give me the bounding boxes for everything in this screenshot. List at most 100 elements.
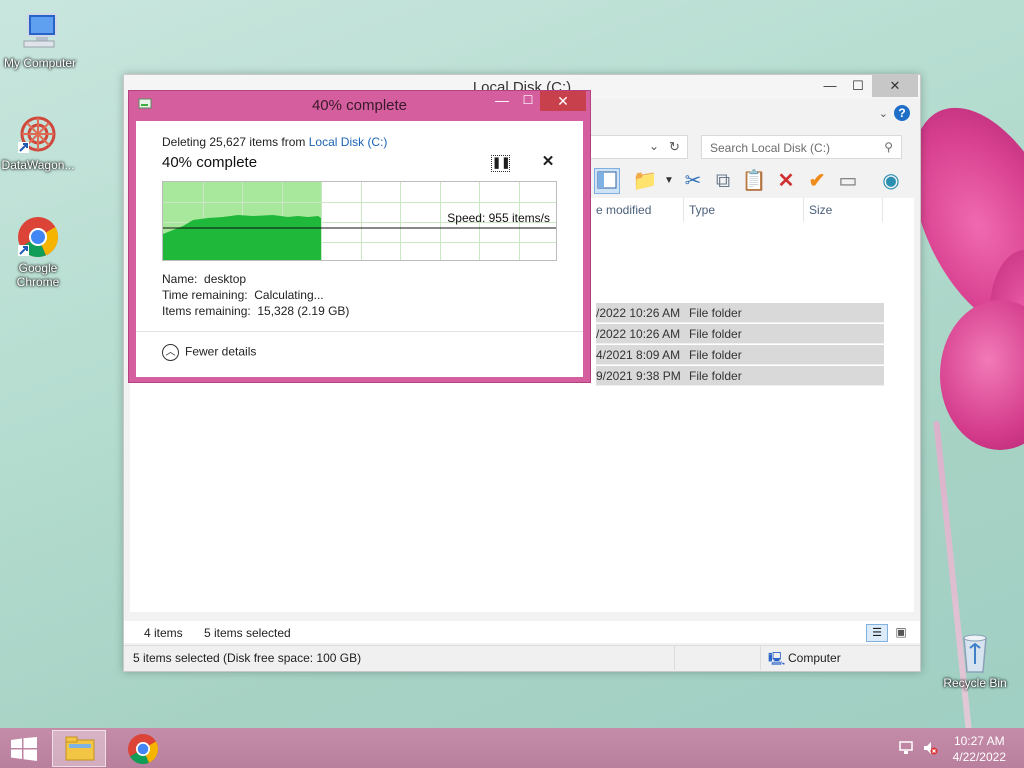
dropdown-icon[interactable]: ▼ <box>656 168 682 194</box>
desktop-icon-label: Recycle Bin <box>943 676 1007 690</box>
file-row[interactable]: /2022 10:26 AM File folder <box>596 303 884 323</box>
column-separator <box>803 198 804 222</box>
column-header-size[interactable]: Size <box>809 203 832 217</box>
cut-icon[interactable]: ✂ <box>680 168 706 194</box>
desktop-icon-my-computer[interactable]: My Computer <box>0 10 80 70</box>
start-button[interactable] <box>10 737 38 761</box>
time-remaining-value: Calculating... <box>254 288 324 302</box>
name-value: desktop <box>204 272 247 286</box>
maximize-button[interactable]: ☐ <box>844 75 872 97</box>
file-date: /2022 10:26 AM <box>596 306 681 320</box>
volume-muted-icon[interactable] <box>922 740 938 756</box>
globe-icon[interactable]: ◉ <box>878 168 904 194</box>
chrome-icon <box>16 215 60 259</box>
file-type: File folder <box>689 306 742 320</box>
column-separator <box>882 198 883 222</box>
taskbar-chrome[interactable] <box>116 730 170 767</box>
status-separator <box>674 646 675 670</box>
wallpaper-petal <box>940 300 1024 450</box>
status-bar: 5 items selected (Disk free space: 100 G… <box>124 645 920 671</box>
file-type: File folder <box>689 348 742 362</box>
fewer-details-label: Fewer details <box>185 344 257 359</box>
dialog-body: Deleting 25,627 items from Local Disk (C… <box>136 121 583 377</box>
minimize-button[interactable]: — <box>816 75 844 97</box>
selected-count: 5 items selected <box>204 626 291 640</box>
wallpaper-stem <box>933 420 973 740</box>
file-date: 9/2021 9:38 PM <box>596 369 681 383</box>
desktop-icon-label: Google Chrome <box>16 261 60 289</box>
chrome-icon <box>128 734 159 765</box>
checkmark-icon[interactable]: ✔ <box>804 168 830 194</box>
status-separator <box>760 646 761 670</box>
delete-progress-dialog[interactable]: 40% complete — ☐ ✕ Deleting 25,627 items… <box>128 90 591 383</box>
computer-icon: 🖳 <box>768 651 786 666</box>
file-date: /2022 10:26 AM <box>596 327 681 341</box>
progress-graph: Speed: 955 items/s <box>162 181 557 261</box>
search-input[interactable]: Search Local Disk (C:) ⚲ <box>701 135 902 159</box>
search-icon[interactable]: ⚲ <box>884 140 893 154</box>
file-explorer-icon <box>65 736 95 761</box>
monitor-icon <box>18 10 62 54</box>
column-header-type[interactable]: Type <box>689 203 715 217</box>
rename-icon[interactable]: ▭ <box>835 168 861 194</box>
status-location: Computer <box>788 651 841 665</box>
dialog-titlebar[interactable]: 40% complete — ☐ ✕ <box>129 91 590 119</box>
desktop-icon-label: DataWagon... <box>1 158 75 172</box>
recycle-bin-icon <box>953 630 997 674</box>
address-bar[interactable]: ⌄ ↻ <box>590 135 688 159</box>
thumbnail-view-icon[interactable]: ▣ <box>892 624 910 642</box>
pause-button[interactable]: ❚❚ <box>491 155 510 172</box>
time-remaining-label: Time remaining: <box>162 288 248 302</box>
desktop-icon-datawagon[interactable]: DataWagon... <box>0 112 78 172</box>
network-icon[interactable] <box>898 740 914 756</box>
paste-icon[interactable]: 📋 <box>741 168 767 194</box>
dialog-minimize-button[interactable]: — <box>489 93 515 111</box>
column-separator <box>683 198 684 222</box>
file-type: File folder <box>689 327 742 341</box>
column-header-date[interactable]: e modified <box>596 203 651 217</box>
fewer-details-button[interactable]: ︿ Fewer details <box>162 344 256 361</box>
details-view-icon[interactable]: ☰ <box>866 624 888 642</box>
file-row[interactable]: 4/2021 8:09 AM File folder <box>596 345 884 365</box>
desktop-icon-label: My Computer <box>3 56 77 70</box>
file-row[interactable]: 9/2021 9:38 PM File folder <box>596 366 884 386</box>
dialog-maximize-button[interactable]: ☐ <box>515 93 541 111</box>
folder-options-icon[interactable]: 📁 <box>632 168 658 194</box>
delete-icon[interactable]: ✕ <box>773 168 799 194</box>
items-remaining-value: 15,328 (2.19 GB) <box>257 304 350 318</box>
dialog-close-button[interactable]: ✕ <box>540 91 586 111</box>
desktop-icon-recycle-bin[interactable]: Recycle Bin <box>935 630 1015 690</box>
cancel-icon[interactable]: ✕ <box>541 154 555 170</box>
deleting-prefix: Deleting 25,627 items from <box>162 135 309 149</box>
file-type: File folder <box>689 369 742 383</box>
address-dropdown-icon[interactable]: ⌄ <box>649 139 659 153</box>
ribbon-expand-icon[interactable]: ⌄ <box>879 107 888 120</box>
layout-pane-icon[interactable] <box>594 168 620 194</box>
file-date: 4/2021 8:09 AM <box>596 348 681 362</box>
help-icon[interactable]: ? <box>894 105 910 121</box>
datawagon-icon <box>16 112 60 156</box>
percent-complete: 40% complete <box>162 154 258 171</box>
progress-details: Name: desktop Time remaining: Calculatin… <box>162 271 349 319</box>
taskbar-file-explorer[interactable] <box>52 730 106 767</box>
details-bar: 4 items 5 items selected ☰ ▣ <box>124 621 920 643</box>
toolbar: 📁 ▼ ✂ ⧉ 📋 ✕ ✔ ▭ ◉ <box>590 166 920 198</box>
item-count: 4 items <box>144 626 183 640</box>
deleting-description: Deleting 25,627 items from Local Disk (C… <box>162 135 387 149</box>
desktop-icon-google-chrome[interactable]: Google Chrome <box>0 215 78 289</box>
refresh-icon[interactable]: ↻ <box>669 139 680 155</box>
system-clock[interactable]: 10:27 AM 4/22/2022 <box>953 733 1006 765</box>
copy-icon[interactable]: ⧉ <box>710 168 736 194</box>
windows-logo-icon <box>11 737 37 761</box>
file-row[interactable]: /2022 10:26 AM File folder <box>596 324 884 344</box>
close-button[interactable]: ✕ <box>872 75 918 97</box>
source-link[interactable]: Local Disk (C:) <box>309 135 388 149</box>
status-text: 5 items selected (Disk free space: 100 G… <box>133 651 362 665</box>
speed-readout: Speed: 955 items/s <box>447 211 550 225</box>
name-label: Name: <box>162 272 198 286</box>
search-placeholder: Search Local Disk (C:) <box>710 141 831 155</box>
items-remaining-label: Items remaining: <box>162 304 251 318</box>
dialog-separator <box>136 331 583 332</box>
chevron-up-icon: ︿ <box>162 344 179 361</box>
clock-time: 10:27 AM <box>953 734 1005 748</box>
